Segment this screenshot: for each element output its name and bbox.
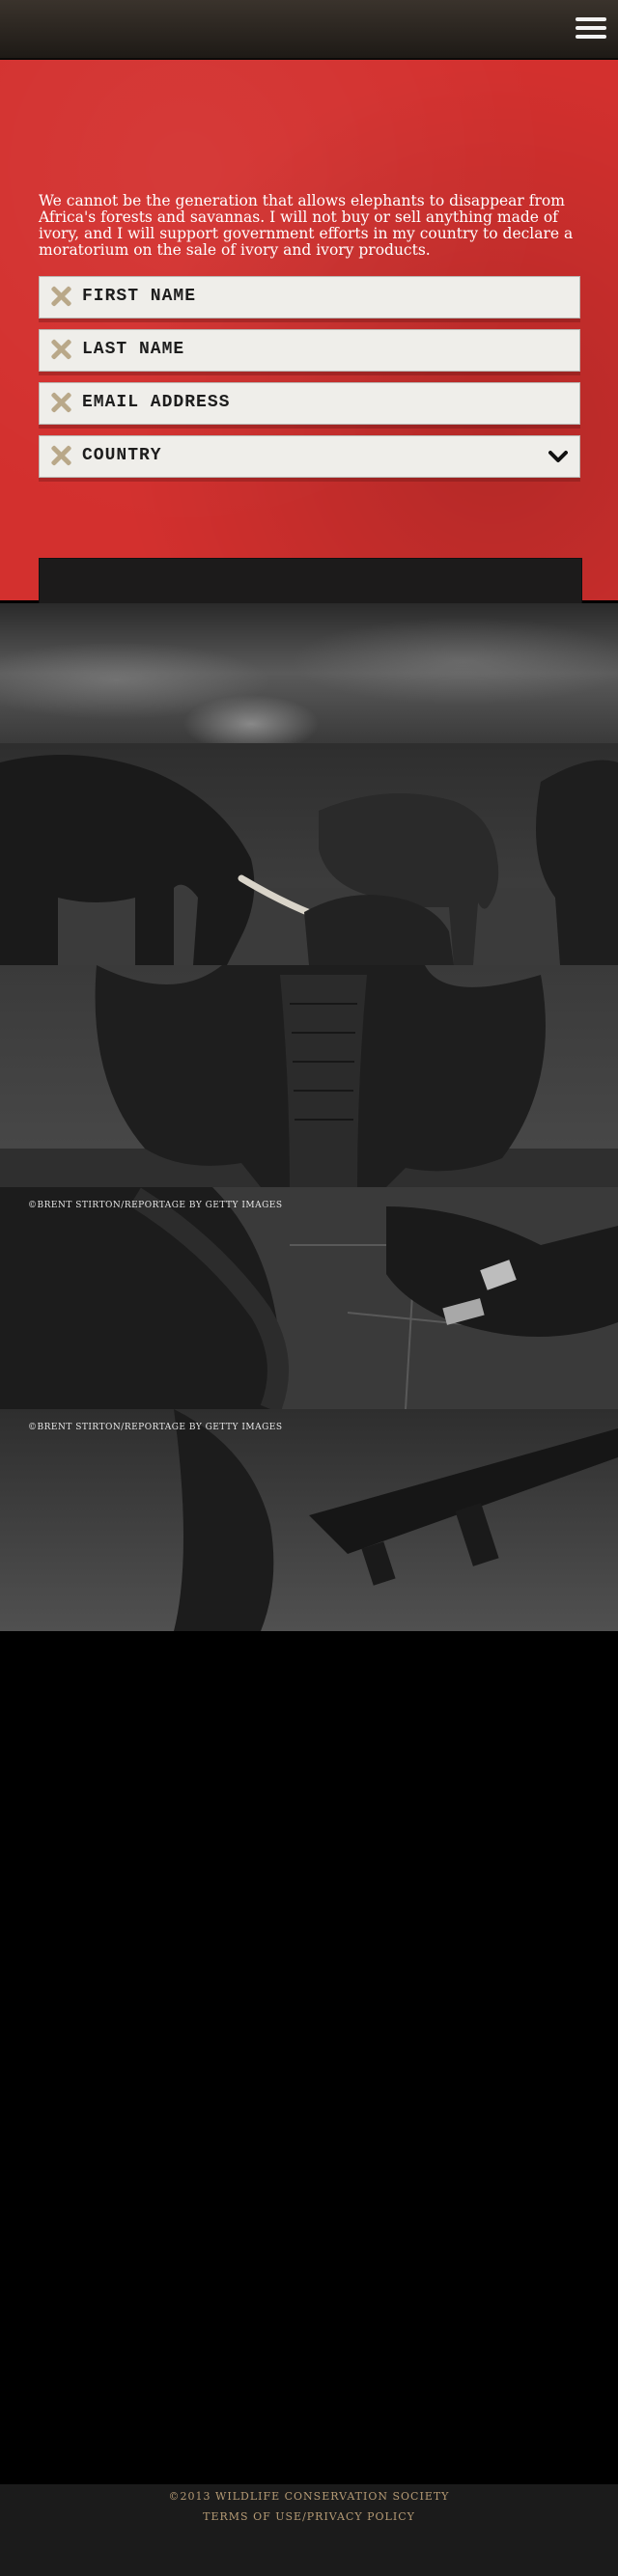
- email-placeholder: EMAIL ADDRESS: [82, 393, 231, 412]
- confiscated-weapons-photo: ©BRENT STIRTON/REPORTAGE BY GETTY IMAGES: [0, 1187, 618, 1409]
- elephant-herd-photo: [0, 743, 618, 965]
- photo-credit: ©BRENT STIRTON/REPORTAGE BY GETTY IMAGES: [28, 1201, 283, 1210]
- elephant-face-photo: [0, 965, 618, 1187]
- last-name-placeholder: LAST NAME: [82, 340, 185, 359]
- smoke-photo: [0, 603, 618, 743]
- first-name-placeholder: FIRST NAME: [82, 287, 197, 306]
- copyright: ©2013 WILDLIFE CONSERVATION SOCIETY: [168, 2490, 450, 2503]
- top-bar: [0, 0, 618, 60]
- hamburger-icon[interactable]: [576, 17, 606, 41]
- x-icon: [49, 444, 72, 467]
- country-select[interactable]: COUNTRY: [39, 435, 580, 478]
- footer-links: TERMS OF USE/PRIVACY POLICY: [0, 2510, 618, 2523]
- pledge-section: We cannot be the generation that allows …: [0, 60, 618, 622]
- elephant-face-image: [0, 965, 618, 1187]
- x-icon: [49, 285, 72, 308]
- smoke-image: [0, 603, 618, 743]
- x-icon: [49, 391, 72, 414]
- email-field[interactable]: EMAIL ADDRESS: [39, 382, 580, 425]
- privacy-policy-link[interactable]: PRIVACY POLICY: [307, 2510, 415, 2523]
- first-name-field[interactable]: FIRST NAME: [39, 276, 580, 319]
- photo-credit: ©BRENT STIRTON/REPORTAGE BY GETTY IMAGES: [28, 1423, 283, 1432]
- ranger-image: [0, 1409, 618, 1631]
- x-icon: [49, 338, 72, 361]
- elephant-herd-image: [0, 743, 618, 965]
- terms-of-use-link[interactable]: TERMS OF USE: [203, 2510, 302, 2523]
- footer: ©2013 WILDLIFE CONSERVATION SOCIETY TERM…: [0, 2484, 618, 2576]
- confiscated-weapons-image: [0, 1187, 618, 1409]
- last-name-field[interactable]: LAST NAME: [39, 329, 580, 372]
- ranger-photo: ©BRENT STIRTON/REPORTAGE BY GETTY IMAGES: [0, 1409, 618, 1631]
- pledge-text: We cannot be the generation that allows …: [39, 192, 574, 259]
- chevron-down-icon: [548, 451, 568, 462]
- country-placeholder: COUNTRY: [82, 446, 162, 465]
